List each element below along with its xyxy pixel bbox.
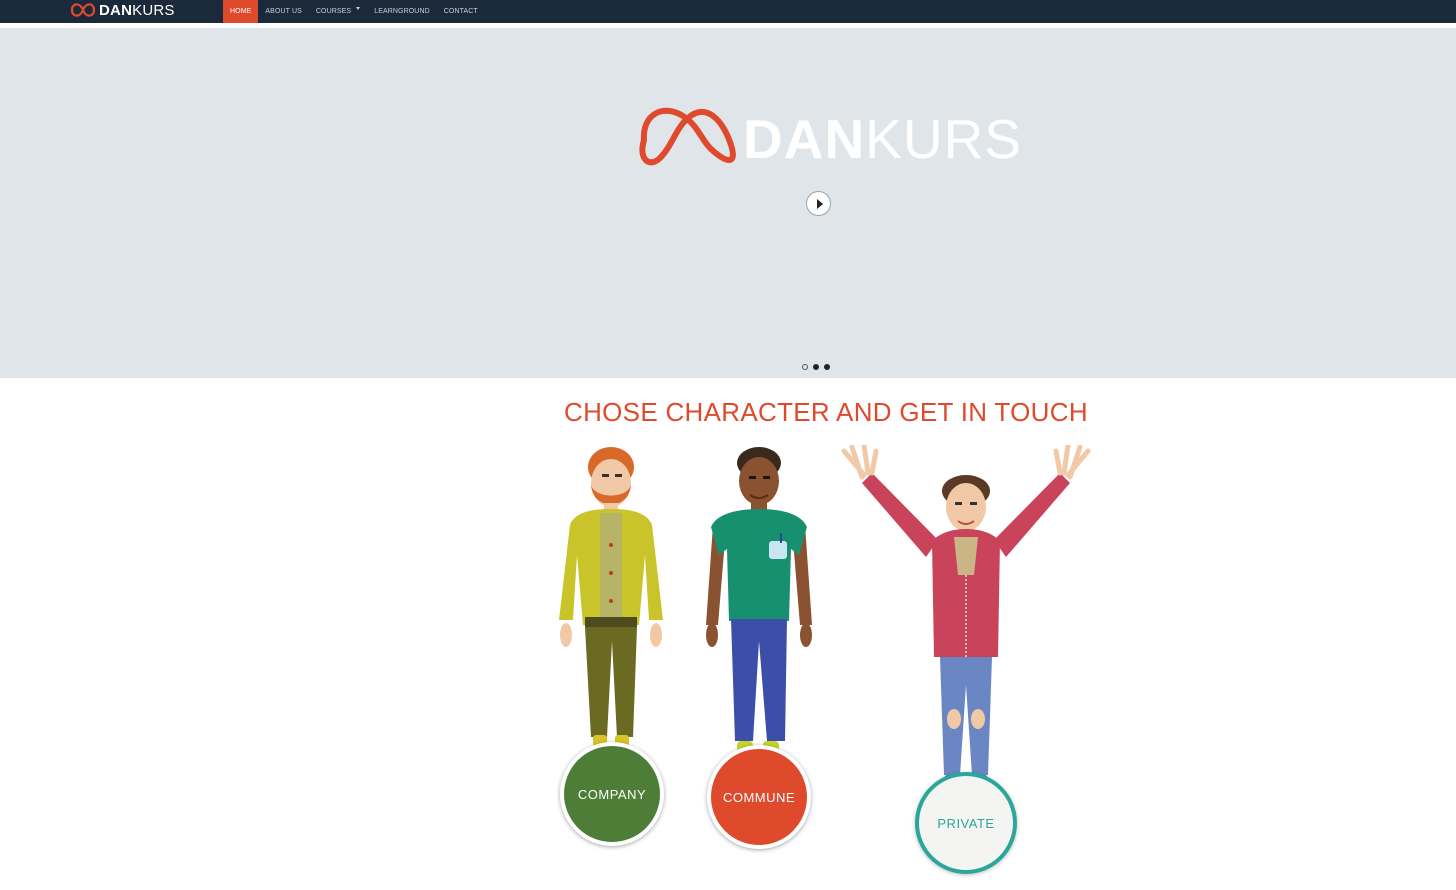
hero-logo-bold: DAN: [743, 108, 866, 170]
commune-button[interactable]: COMMUNE: [707, 745, 811, 849]
brand-name: DANKURS: [99, 2, 175, 19]
commune-character-illustration[interactable]: [703, 445, 815, 770]
hero-logo-light: KURS: [865, 108, 1022, 170]
slider-dot-2[interactable]: [813, 364, 819, 370]
slider-dot-3[interactable]: [824, 364, 830, 370]
hero-logo-text: DANKURS: [743, 111, 1022, 167]
brand-name-light: KURS: [132, 1, 175, 19]
nav-label: CONTACT: [443, 8, 478, 15]
main-nav: HOME ABOUT US COURSES LEARNGROUND CONTAC…: [223, 0, 485, 23]
nav-item-courses[interactable]: COURSES: [309, 0, 367, 23]
nav-label: COURSES: [315, 8, 352, 15]
private-button[interactable]: PRIVATE: [915, 772, 1017, 874]
nav-item-contact[interactable]: CONTACT: [437, 0, 485, 23]
commune-label: COMMUNE: [722, 789, 796, 805]
dankurs-knot-icon: [70, 3, 96, 17]
company-character-illustration[interactable]: [555, 445, 670, 770]
nav-item-learnground[interactable]: LEARNGROUND: [367, 0, 437, 23]
private-label: PRIVATE: [937, 815, 995, 831]
slider-dot-1[interactable]: [802, 364, 808, 370]
company-label: COMPANY: [577, 786, 647, 802]
slider-dots: [802, 364, 830, 370]
section-title: CHOSE CHARACTER AND GET IN TOUCH: [564, 397, 1088, 427]
hero-slider: DANKURS: [0, 28, 1456, 378]
nav-label: ABOUT US: [265, 8, 302, 15]
nav-item-about-us[interactable]: ABOUT US: [258, 0, 308, 23]
brand-name-bold: DAN: [99, 1, 133, 19]
top-navbar: DANKURS HOME ABOUT US COURSES LEARNGROUN…: [0, 0, 1456, 23]
nav-item-home[interactable]: HOME: [223, 0, 259, 23]
brand-logo[interactable]: DANKURS: [70, 0, 175, 20]
play-button[interactable]: [806, 191, 831, 216]
nav-label: HOME: [230, 8, 252, 15]
company-button[interactable]: COMPANY: [560, 742, 664, 846]
nav-label: LEARNGROUND: [374, 8, 430, 15]
caret-down-icon: [356, 7, 361, 10]
private-character-illustration[interactable]: [838, 445, 1094, 800]
play-icon: [817, 199, 823, 209]
